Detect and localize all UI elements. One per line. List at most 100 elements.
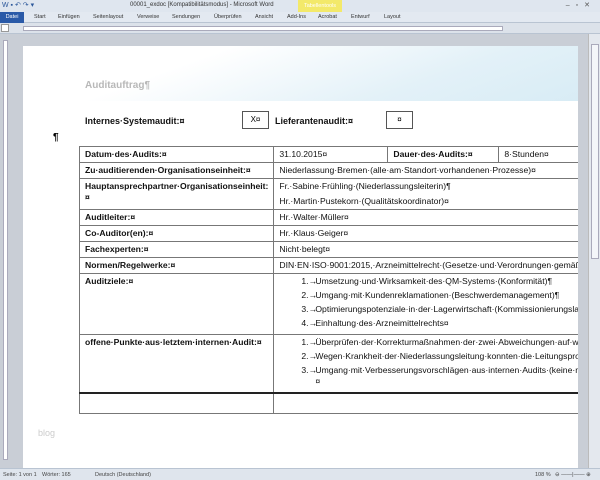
list-text: Wegen·Krankheit·der·Niederlassungsleitun… — [315, 351, 578, 361]
table-row: Hauptansprechpartner·Organisationseinhei… — [78, 178, 578, 210]
list-number: 2.→ — [301, 351, 318, 361]
ruler-bar[interactable] — [23, 26, 503, 31]
tab-review[interactable]: Überprüfen — [214, 14, 242, 20]
tab-layout[interactable]: Layout — [384, 14, 401, 20]
scrollbar-thumb[interactable] — [591, 44, 599, 259]
supplier-audit-checkbox[interactable]: ¤ — [386, 111, 413, 129]
table-row: Auditleiter:¤ Hr.·Walter·Müller¤ — [78, 209, 578, 226]
cell-label[interactable]: Fachexperten:¤ — [78, 241, 275, 258]
cell-text: Hr.·Martin·Pustekorn·(Qualitätskoordinat… — [279, 196, 449, 206]
list-text: Einhaltung·des·Arzneimittelrechts¤ — [315, 318, 449, 328]
tab-design[interactable]: Entwurf — [351, 14, 370, 20]
cell-value[interactable]: Hr.·Walter·Müller¤ — [273, 209, 578, 226]
cell-text: Nicht·belegt¤ — [279, 244, 331, 254]
list-item: 3.→ Umgang·mit·Verbesserungsvorschlägen·a… — [301, 365, 578, 387]
cell-value[interactable]: DIN·EN·ISO·9001:2015,·Arzneimittelrecht·… — [273, 257, 578, 274]
cell-label[interactable]: Co-Auditor(en):¤ — [78, 225, 275, 242]
tab-addins[interactable]: Add-Ins — [287, 14, 306, 20]
list-item: 3.→ Optimierungspotenziale·in·der·Lagerwi… — [301, 304, 578, 315]
table-row: Zu·auditierenden·Organisationseinheit:¤ N… — [78, 162, 578, 179]
tab-acrobat[interactable]: Acrobat — [318, 14, 337, 20]
cell-value[interactable] — [273, 392, 578, 414]
list-item: 1.→ Überprüfen·der·Korrekturmaßnahmen·der… — [301, 337, 578, 348]
watermark: blog — [38, 428, 56, 438]
cell-label[interactable] — [78, 392, 275, 414]
vertical-scrollbar[interactable] — [588, 34, 600, 468]
cell-label[interactable]: Normen/Regelwerke:¤ — [78, 257, 275, 274]
list-item: 1.→ Umsetzung·und·Wirksamkeit·des·QM-Syst… — [301, 276, 578, 287]
goals-list: 1.→ Umsetzung·und·Wirksamkeit·des·QM-Syst… — [279, 276, 578, 329]
zoom-slider[interactable]: ⊖ ——|—— ⊕ — [555, 472, 591, 478]
list-item: 2.→ Wegen·Krankheit·der·Niederlassungslei… — [301, 351, 578, 362]
word-count[interactable]: Wörter: 165 — [42, 472, 71, 478]
vertical-ruler[interactable] — [3, 40, 8, 460]
window-controls[interactable]: –▫✕ — [566, 1, 596, 9]
list-number: 1.→ — [301, 276, 318, 286]
tab-start[interactable]: Start — [34, 14, 46, 20]
internal-audit-checkbox[interactable]: X¤ — [242, 111, 269, 129]
audit-table: Datum·des·Audits:¤ 31.10.2015¤ Dauer·des… — [78, 146, 578, 414]
tab-references[interactable]: Verweise — [137, 14, 159, 20]
paragraph-mark: ¶ — [53, 132, 59, 143]
list-number: 1.→ — [301, 337, 318, 347]
list-text: Überprüfen·der·Korrekturmaßnahmen·der·zw… — [315, 337, 578, 347]
header-band — [23, 46, 578, 101]
cell-value[interactable]: Hr.·Klaus·Geiger¤ — [273, 225, 578, 242]
list-item: 4.→ Einhaltung·des·Arzneimittelrechts¤ — [301, 318, 578, 329]
cell-text: Fr.·Sabine·Frühling·(Niederlassungsleite… — [279, 181, 451, 191]
horizontal-ruler[interactable] — [0, 23, 600, 34]
cell-text: Niederlassung·Bremen·(alle·am·Standort·v… — [279, 165, 536, 175]
open-points-list: 1.→ Überprüfen·der·Korrekturmaßnahmen·der… — [279, 337, 578, 387]
table-row: Auditziele:¤ 1.→ Umsetzung·und·Wirksamkei… — [78, 273, 578, 335]
window-title: 00001_exdoc [Kompatibilitätsmodus] - Mic… — [130, 2, 274, 8]
table-row: Fachexperten:¤ Nicht·belegt¤ — [78, 241, 578, 258]
quick-access-toolbar[interactable]: W ▪ ↶ ↷ ▾ — [2, 1, 34, 9]
document-heading: Auditauftrag¶ — [85, 80, 150, 91]
cell-text: Hr.·Walter·Müller¤ — [279, 212, 349, 222]
zoom-level[interactable]: 108 % — [535, 472, 551, 478]
cell-value[interactable]: 1.→ Umsetzung·und·Wirksamkeit·des·QM-Syst… — [273, 273, 578, 335]
tab-selector[interactable] — [1, 24, 9, 32]
cell-text: DIN·EN·ISO·9001:2015,·Arzneimittelrecht·… — [279, 260, 578, 270]
list-text: Optimierungspotenziale·in·der·Lagerwirts… — [315, 304, 578, 314]
ribbon-tabs: Datei Start Einfügen Seitenlayout Verwei… — [0, 12, 600, 23]
table-row — [78, 392, 578, 414]
cell-value[interactable]: Fr.·Sabine·Frühling·(Niederlassungsleite… — [273, 178, 578, 210]
list-text: Umsetzung·und·Wirksamkeit·des·QM-Systems… — [315, 276, 553, 286]
cell-label[interactable]: Dauer·des·Audits:¤ — [387, 146, 500, 163]
document-page[interactable]: Auditauftrag¶ Internes·Systemaudit:¤ X¤ … — [23, 46, 578, 476]
tab-view[interactable]: Ansicht — [255, 14, 273, 20]
status-bar: Seite: 1 von 1 Wörter: 165 Deutsch (Deut… — [0, 468, 600, 480]
page-count[interactable]: Seite: 1 von 1 — [3, 472, 37, 478]
cell-value[interactable]: 1.→ Überprüfen·der·Korrekturmaßnahmen·der… — [273, 334, 578, 394]
internal-audit-label: Internes·Systemaudit:¤ — [85, 116, 185, 126]
table-row: Datum·des·Audits:¤ 31.10.2015¤ Dauer·des… — [78, 146, 578, 163]
list-text: Umgang·mit·Verbesserungsvorschlägen·aus·… — [315, 365, 578, 386]
list-number: 3.→ — [301, 304, 318, 314]
cell-label[interactable]: Zu·auditierenden·Organisationseinheit:¤ — [78, 162, 275, 179]
cell-value[interactable]: Niederlassung·Bremen·(alle·am·Standort·v… — [273, 162, 578, 179]
cell-label[interactable]: Datum·des·Audits:¤ — [78, 146, 275, 163]
cell-value[interactable]: Nicht·belegt¤ — [273, 241, 578, 258]
tab-insert[interactable]: Einfügen — [58, 14, 80, 20]
cell-label[interactable]: Auditleiter:¤ — [78, 209, 275, 226]
table-row: Co-Auditor(en):¤ Hr.·Klaus·Geiger¤ — [78, 225, 578, 242]
tab-mailings[interactable]: Sendungen — [172, 14, 200, 20]
title-bar: W ▪ ↶ ↷ ▾ 00001_exdoc [Kompatibilitätsmo… — [0, 0, 600, 12]
cell-value[interactable]: 31.10.2015¤ — [273, 146, 389, 163]
cell-label[interactable]: Auditziele:¤ — [78, 273, 275, 335]
table-row: Normen/Regelwerke:¤ DIN·EN·ISO·9001:2015,… — [78, 257, 578, 274]
language[interactable]: Deutsch (Deutschland) — [95, 472, 151, 478]
list-number: 4.→ — [301, 318, 318, 328]
cell-value[interactable]: 8·Stunden¤ — [498, 146, 578, 163]
list-number: 2.→ — [301, 290, 318, 300]
cell-text: Hr.·Klaus·Geiger¤ — [279, 228, 349, 238]
context-tab-label: Tabellentools — [298, 0, 342, 12]
table-row: offene·Punkte·aus·letztem·internen·Audit… — [78, 334, 578, 394]
list-item: 2.→ Umgang·mit·Kundenreklamationen·(Besch… — [301, 290, 578, 301]
cell-label[interactable]: Hauptansprechpartner·Organisationseinhei… — [78, 178, 275, 210]
cell-label[interactable]: offene·Punkte·aus·letztem·internen·Audit… — [78, 334, 275, 394]
tab-file[interactable]: Datei — [0, 12, 24, 23]
list-text: Umgang·mit·Kundenreklamationen·(Beschwer… — [315, 290, 560, 300]
tab-page-layout[interactable]: Seitenlayout — [93, 14, 123, 20]
